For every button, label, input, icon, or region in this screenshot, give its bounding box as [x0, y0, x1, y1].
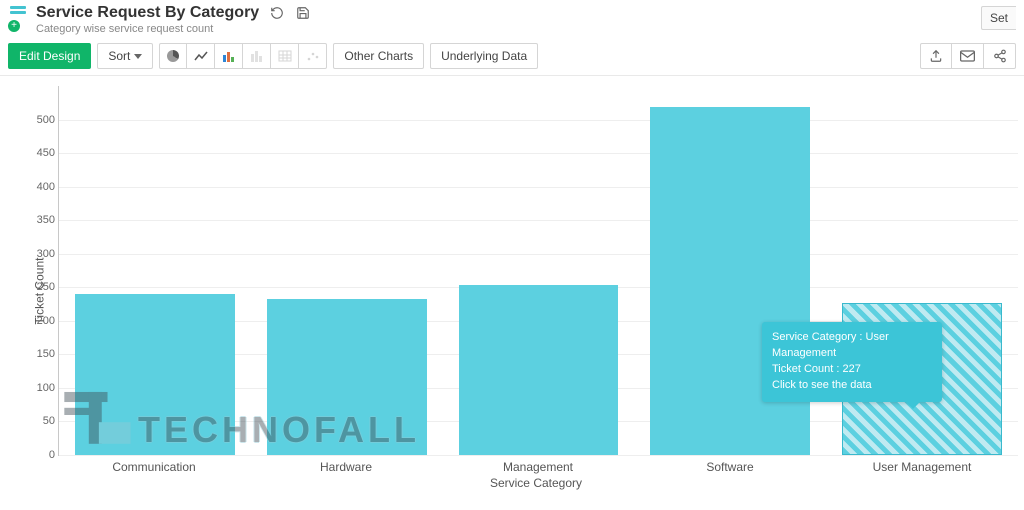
chart-area: Ticket Count 050100150200250300350400450…: [0, 76, 1024, 506]
tooltip-line: Click to see the data: [772, 378, 932, 394]
bar-slot: [59, 294, 251, 455]
sort-label: Sort: [108, 49, 130, 63]
save-icon[interactable]: [295, 5, 311, 21]
y-tick: 450: [25, 147, 55, 159]
bar-slot: [443, 285, 635, 455]
edit-design-button[interactable]: Edit Design: [8, 43, 91, 69]
sort-button[interactable]: Sort: [97, 43, 153, 69]
mail-icon[interactable]: [952, 43, 984, 69]
share-tools: [920, 43, 1016, 69]
chart-type-bar-icon[interactable]: [215, 43, 243, 69]
y-tick: 50: [25, 415, 55, 427]
chart-tooltip: Service Category : User Management Ticke…: [762, 322, 942, 402]
y-tick: 400: [25, 181, 55, 193]
bar-management[interactable]: [459, 285, 619, 455]
chart-type-stacked-bar-icon[interactable]: [243, 43, 271, 69]
x-axis-label: Service Category: [58, 476, 1014, 490]
chart-type-pie-icon[interactable]: [159, 43, 187, 69]
settings-button[interactable]: Set: [981, 6, 1016, 30]
bar-slot: [251, 299, 443, 455]
toolbar: Edit Design Sort Other Charts Underlying…: [0, 37, 1024, 76]
bar-software[interactable]: [650, 107, 810, 455]
y-tick: 0: [25, 449, 55, 461]
y-tick: 150: [25, 348, 55, 360]
y-tick: 300: [25, 248, 55, 260]
page-subtitle: Category wise service request count: [36, 23, 311, 35]
chart-type-table-icon[interactable]: [271, 43, 299, 69]
y-tick: 250: [25, 281, 55, 293]
y-tick: 350: [25, 214, 55, 226]
chart-type-scatter-icon[interactable]: [299, 43, 327, 69]
y-tick: 200: [25, 315, 55, 327]
x-tick: Communication: [58, 460, 250, 474]
x-tick: Hardware: [250, 460, 442, 474]
gridline: [59, 455, 1018, 456]
chevron-down-icon: [134, 54, 142, 59]
page-title: Service Request By Category: [36, 4, 259, 22]
brand-icon[interactable]: +: [8, 6, 30, 32]
x-tick: User Management: [826, 460, 1018, 474]
chart-type-line-icon[interactable]: [187, 43, 215, 69]
x-axis-labels: CommunicationHardwareManagementSoftwareU…: [58, 460, 1018, 474]
share-icon[interactable]: [984, 43, 1016, 69]
refresh-icon[interactable]: [269, 5, 285, 21]
bar-slot: [634, 107, 826, 455]
y-tick: 500: [25, 114, 55, 126]
bar-hardware[interactable]: [267, 299, 427, 455]
other-charts-button[interactable]: Other Charts: [333, 43, 424, 69]
x-tick: Software: [634, 460, 826, 474]
tooltip-line: Ticket Count : 227: [772, 362, 932, 378]
tooltip-line: Service Category : User Management: [772, 330, 932, 362]
y-tick: 100: [25, 382, 55, 394]
underlying-data-button[interactable]: Underlying Data: [430, 43, 538, 69]
x-tick: Management: [442, 460, 634, 474]
bar-communication[interactable]: [75, 294, 235, 455]
header: + Service Request By Category Category w…: [0, 0, 1024, 37]
export-icon[interactable]: [920, 43, 952, 69]
